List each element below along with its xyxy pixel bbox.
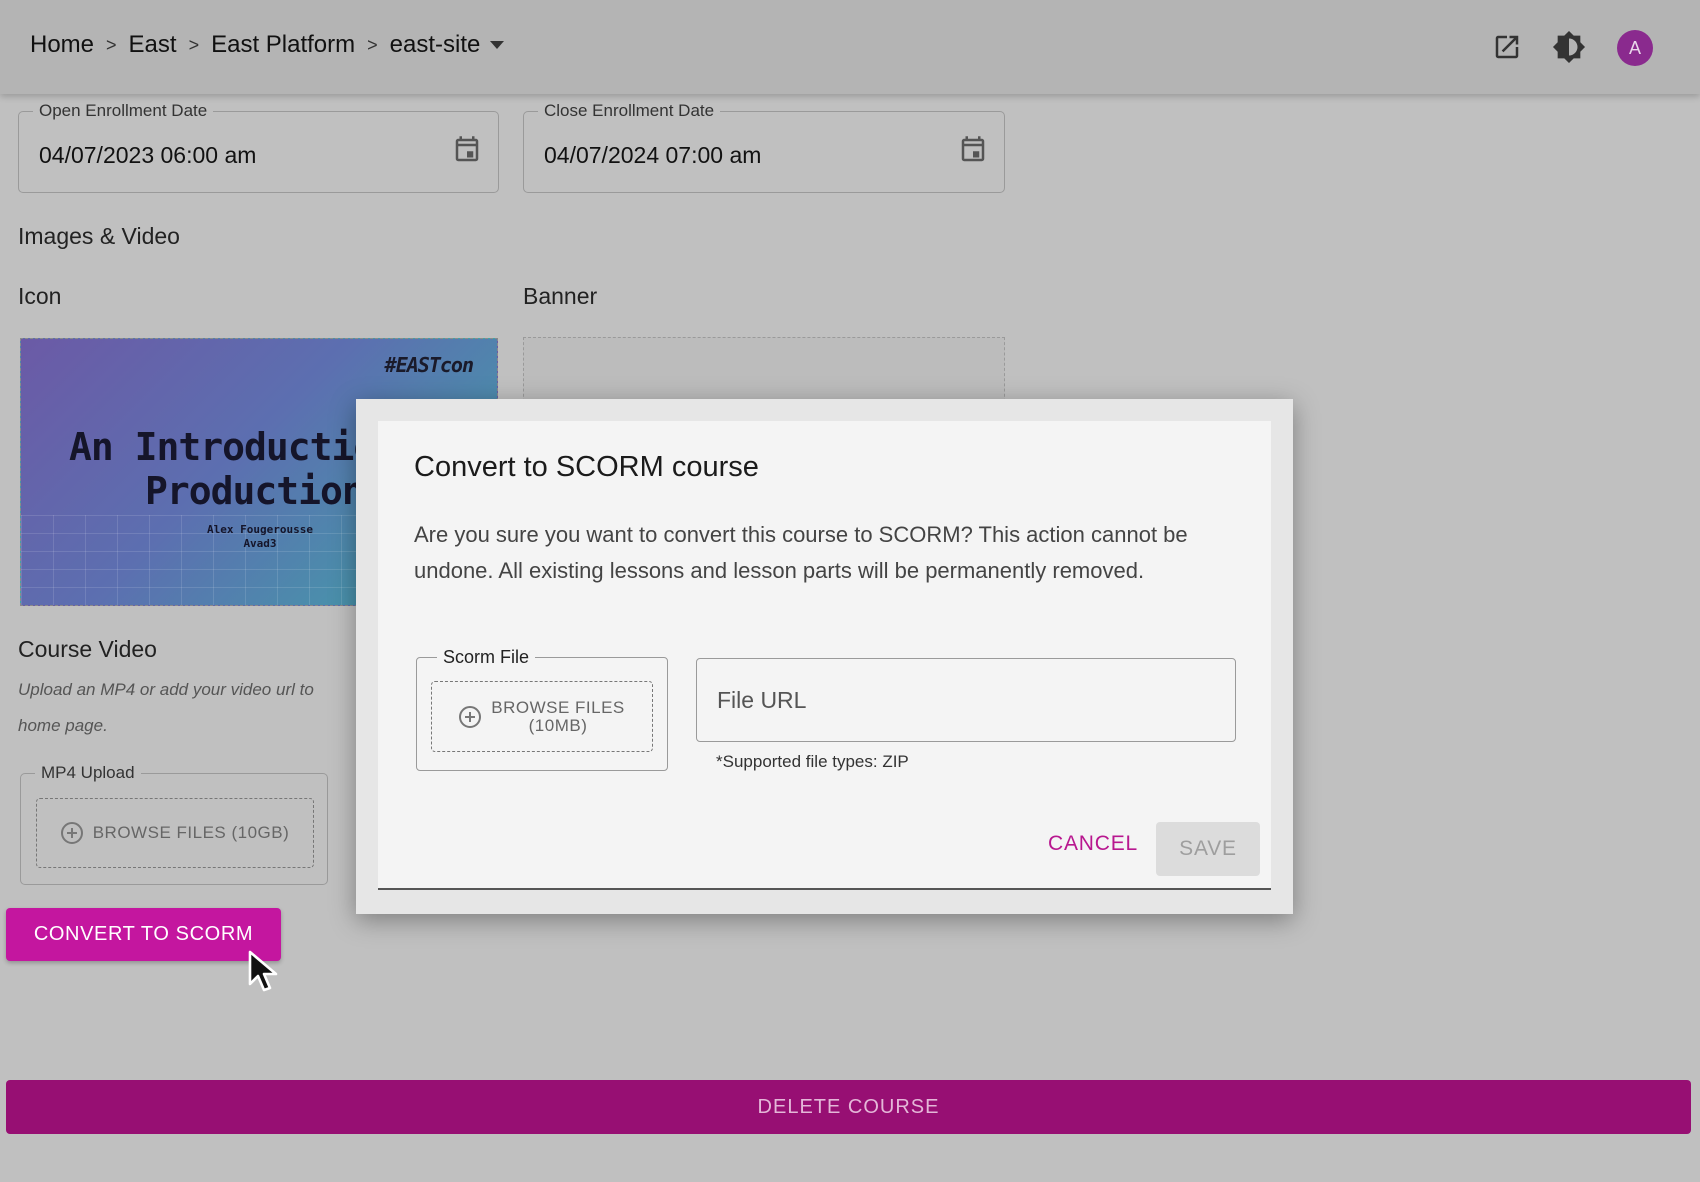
mp4-browse-button[interactable]: BROWSE FILES (10GB) xyxy=(36,798,314,868)
open-enrollment-date-field[interactable]: Open Enrollment Date 04/07/2023 06:00 am xyxy=(18,101,499,193)
brightness-icon[interactable] xyxy=(1552,30,1586,64)
mp4-upload-label: MP4 Upload xyxy=(35,763,141,783)
breadcrumb-home[interactable]: Home xyxy=(30,31,94,59)
scorm-browse-button[interactable]: BROWSE FILES (10MB) xyxy=(431,681,653,752)
dialog-message: Are you sure you want to convert this co… xyxy=(414,522,1188,583)
add-circle-icon xyxy=(60,822,83,844)
avatar[interactable]: A xyxy=(1617,30,1653,66)
calendar-icon[interactable] xyxy=(958,134,988,171)
chevron-down-icon[interactable] xyxy=(490,41,505,49)
open-enrollment-value: 04/07/2023 06:00 am xyxy=(39,142,257,168)
scorm-browse-label: BROWSE FILES (10MB) xyxy=(491,697,625,735)
convert-scorm-dialog-backdrop-frame: Convert to SCORM course Are you sure you… xyxy=(356,399,1293,914)
open-enrollment-label: Open Enrollment Date xyxy=(33,101,214,121)
save-button[interactable]: SAVE xyxy=(1156,822,1260,876)
mp4-browse-label: BROWSE FILES (10GB) xyxy=(92,823,290,842)
scorm-file-fieldset: Scorm File BROWSE FILES (10MB) xyxy=(416,647,668,771)
cancel-button[interactable]: CANCEL xyxy=(1028,821,1158,867)
images-video-title: Images & Video xyxy=(18,223,180,249)
image-title-line1: An Introductio xyxy=(69,425,376,469)
supported-file-types-hint: *Supported file types: ZIP xyxy=(716,752,909,771)
convert-to-scorm-button[interactable]: CONVERT TO SCORM xyxy=(6,908,281,961)
breadcrumb-separator: > xyxy=(367,34,378,55)
icon-label: Icon xyxy=(18,283,62,309)
scorm-file-label: Scorm File xyxy=(437,647,536,668)
convert-scorm-dialog: Convert to SCORM course Are you sure you… xyxy=(378,421,1271,890)
breadcrumb-east-platform[interactable]: East Platform xyxy=(211,31,355,59)
close-enrollment-label: Close Enrollment Date xyxy=(538,101,721,121)
dialog-title: Convert to SCORM course xyxy=(414,451,759,483)
breadcrumb: Home > East > East Platform > east-site xyxy=(30,31,505,59)
scorm-browse-line2: (10MB) xyxy=(528,715,588,735)
course-video-title: Course Video xyxy=(18,636,157,662)
open-in-new-icon[interactable] xyxy=(1490,30,1524,64)
close-enrollment-date-field[interactable]: Close Enrollment Date 04/07/2024 07:00 a… xyxy=(523,101,1005,193)
breadcrumb-site-select[interactable]: east-site xyxy=(390,31,481,59)
course-video-help: Upload an MP4 or add your video url to h… xyxy=(18,680,314,735)
breadcrumb-separator: > xyxy=(188,34,200,55)
banner-dropzone[interactable] xyxy=(523,337,1005,407)
mouse-cursor-icon xyxy=(248,950,280,999)
file-url-input[interactable] xyxy=(696,658,1236,742)
delete-course-button[interactable]: DELETE COURSE xyxy=(6,1080,1691,1134)
image-tag-text: #EASTcon xyxy=(384,353,474,377)
top-app-bar: Home > East > East Platform > east-site … xyxy=(0,0,1700,94)
breadcrumb-east[interactable]: East xyxy=(129,31,177,59)
close-enrollment-value: 04/07/2024 07:00 am xyxy=(544,142,762,168)
calendar-icon[interactable] xyxy=(452,134,482,171)
image-title-line2: Production xyxy=(145,469,365,513)
add-circle-icon xyxy=(459,705,482,728)
banner-label: Banner xyxy=(523,283,598,309)
breadcrumb-separator: > xyxy=(106,34,117,55)
scorm-browse-line1: BROWSE FILES xyxy=(491,697,625,717)
mp4-upload-fieldset: MP4 Upload BROWSE FILES (10GB) xyxy=(20,763,328,885)
